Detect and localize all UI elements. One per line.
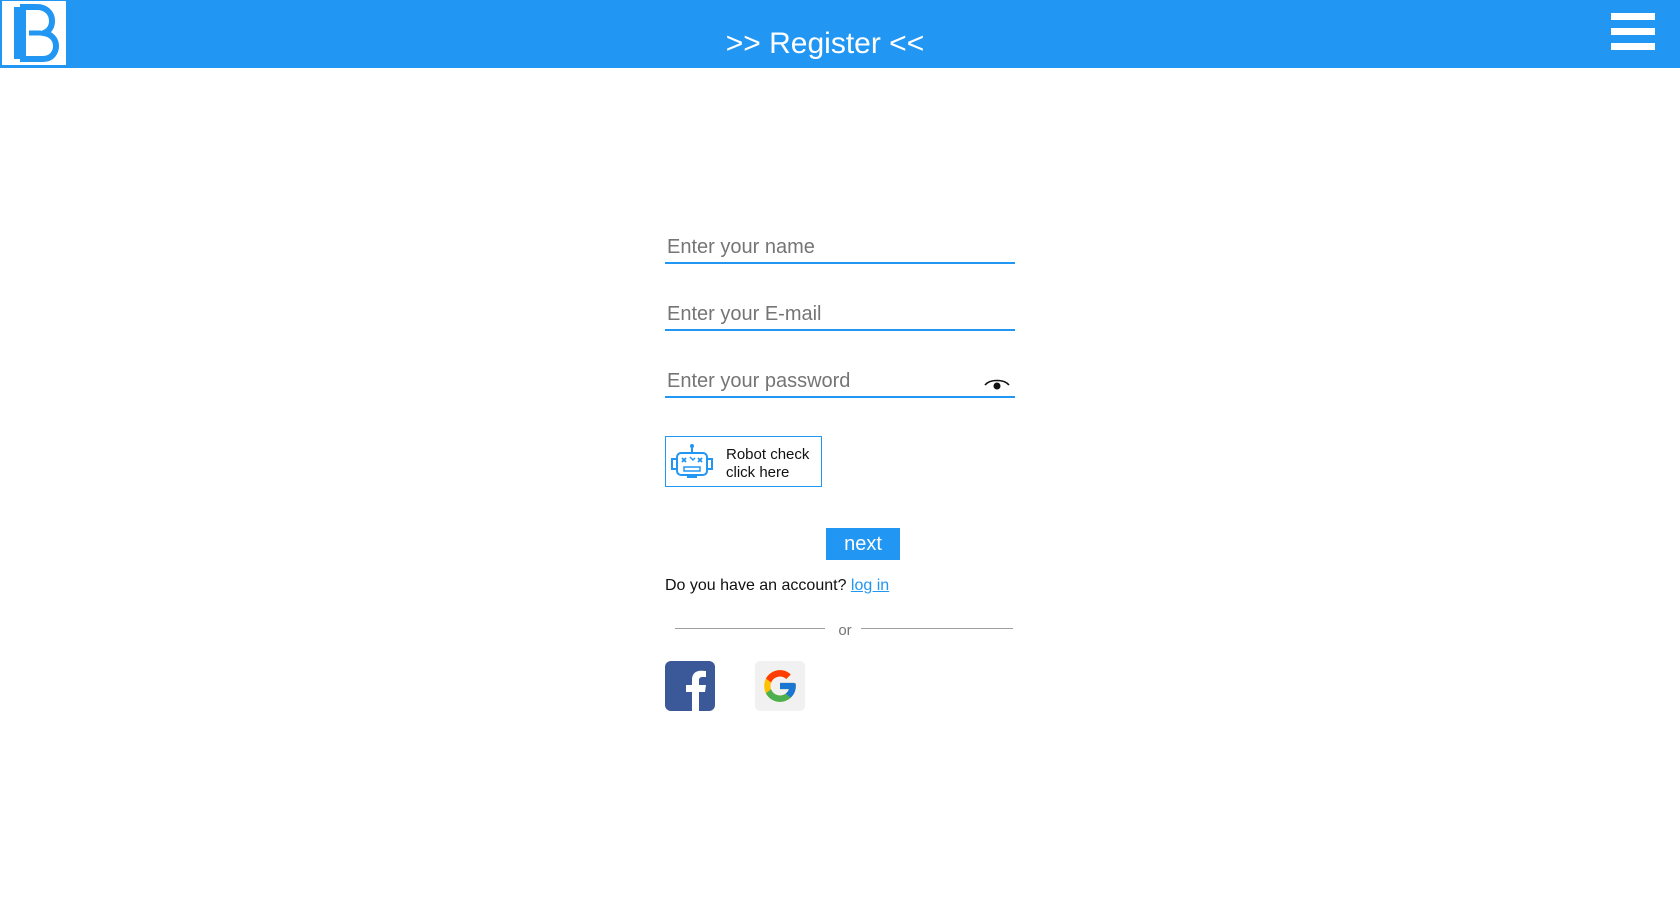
password-field-wrapper [665, 366, 1015, 398]
eye-icon[interactable] [984, 377, 1010, 393]
google-icon [764, 670, 796, 702]
google-login-button[interactable] [755, 661, 805, 711]
account-prompt-row: Do you have an account? log in [665, 576, 889, 596]
robot-check-line2: click here [726, 464, 790, 481]
robot-check-line1: Robot check [726, 446, 810, 463]
login-link[interactable]: log in [851, 577, 889, 594]
divider-line-left [675, 628, 825, 629]
robot-check-label: Robot check click here [726, 446, 809, 482]
or-divider: or [675, 622, 1013, 642]
robot-icon [671, 444, 713, 478]
password-input[interactable] [667, 366, 977, 396]
name-input[interactable] [667, 232, 977, 262]
facebook-icon [665, 661, 715, 711]
email-field-wrapper [665, 299, 1015, 331]
menu-button[interactable] [1607, 10, 1657, 54]
account-prompt: Do you have an account? [665, 577, 847, 594]
facebook-login-button[interactable] [665, 661, 715, 711]
divider-line-right [861, 628, 1013, 629]
header-bar: >> Register << [0, 0, 1680, 68]
page-title: >> Register << [725, 27, 925, 60]
divider-text: or [838, 622, 852, 639]
next-button[interactable]: next [826, 528, 900, 560]
name-field-wrapper [665, 232, 1015, 264]
email-input[interactable] [667, 299, 977, 329]
robot-check-button[interactable]: Robot check click here [665, 436, 822, 487]
